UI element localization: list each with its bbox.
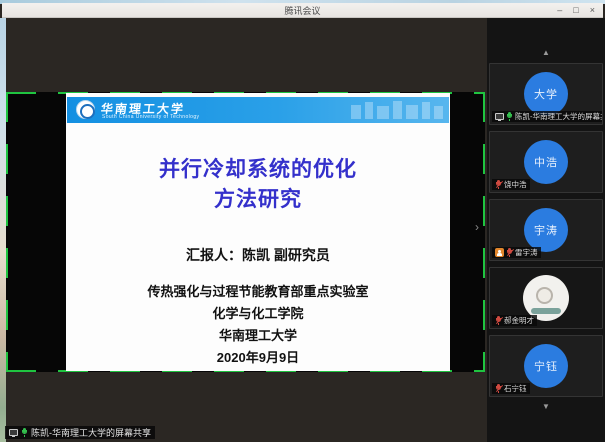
slide-affiliation-school: 化学与化工学院 bbox=[66, 303, 450, 322]
participant-tile-screen-share[interactable]: 大学 陈凯-华南理工大学的屏幕共享 bbox=[489, 63, 603, 125]
mic-muted-icon bbox=[495, 316, 502, 325]
close-button[interactable]: × bbox=[590, 3, 595, 18]
share-status-label: 陈凯-华南理工大学的屏幕共享 bbox=[5, 426, 155, 439]
avatar: 宁钰 bbox=[524, 344, 568, 388]
window-titlebar: 腾讯会议 – □ × bbox=[2, 3, 603, 18]
slide-affiliation-lab: 传热强化与过程节能教育部重点实验室 bbox=[66, 281, 450, 300]
window-controls: – □ × bbox=[557, 3, 595, 18]
participant-tile-video[interactable]: 郝金明才 bbox=[489, 267, 603, 329]
mic-on-icon bbox=[21, 428, 28, 437]
participant-tile[interactable]: 宇涛 雷宇涛 bbox=[489, 199, 603, 261]
mic-muted-icon bbox=[495, 384, 502, 393]
mic-muted-icon bbox=[506, 248, 513, 257]
share-border-right bbox=[483, 92, 485, 372]
participant-name-tag: 饶中浩 bbox=[492, 179, 530, 190]
minimize-button[interactable]: – bbox=[557, 3, 562, 18]
mic-muted-icon bbox=[495, 180, 502, 189]
avatar: 中浩 bbox=[524, 140, 568, 184]
participant-tile[interactable]: 宁钰 石宁钰 bbox=[489, 335, 603, 397]
presentation-slide: 华南理工大学 South China University of Technol… bbox=[66, 93, 450, 371]
hand-raised-badge-icon bbox=[495, 248, 504, 257]
slide-title-line2: 方法研究 bbox=[66, 183, 450, 213]
participant-name: 石宁钰 bbox=[504, 383, 527, 394]
university-logo-icon bbox=[76, 100, 95, 119]
slide-header-banner: 华南理工大学 South China University of Technol… bbox=[67, 97, 449, 123]
participant-name-tag: 陈凯-华南理工大学的屏幕共享 bbox=[492, 111, 602, 122]
screen-share-icon bbox=[495, 113, 504, 120]
share-border-left bbox=[6, 92, 8, 372]
slide-title-line1: 并行冷却系统的优化 bbox=[66, 153, 450, 183]
participant-tile[interactable]: 中浩 饶中浩 bbox=[489, 131, 603, 193]
shared-screen-region: 华南理工大学 South China University of Technol… bbox=[6, 92, 485, 372]
participant-name-tag: 郝金明才 bbox=[492, 315, 537, 326]
avatar: 大学 bbox=[524, 72, 568, 116]
participant-name-tag: 雷宇涛 bbox=[492, 247, 541, 258]
window-title: 腾讯会议 bbox=[284, 4, 320, 17]
participant-name: 郝金明才 bbox=[504, 315, 534, 326]
university-name-en: South China University of Technology bbox=[102, 114, 199, 120]
slide-presenter-line: 汇报人：陈凯 副研究员 bbox=[66, 245, 450, 265]
collapse-panel-handle[interactable]: › bbox=[475, 220, 479, 234]
participant-name: 饶中浩 bbox=[504, 179, 527, 190]
participant-name-tag: 石宁钰 bbox=[492, 383, 530, 394]
screen-share-icon bbox=[9, 429, 18, 436]
participants-panel: ▲ › 大学 陈凯-华南理工大学的屏幕共享 中浩 饶中浩 宇涛 雷宇涛 bbox=[487, 18, 605, 442]
participant-name: 陈凯-华南理工大学的屏幕共享 bbox=[515, 111, 602, 122]
avatar: 宇涛 bbox=[524, 208, 568, 252]
maximize-button[interactable]: □ bbox=[573, 3, 578, 18]
participant-name: 雷宇涛 bbox=[515, 247, 538, 258]
share-status-text: 陈凯-华南理工大学的屏幕共享 bbox=[31, 426, 151, 439]
mic-on-icon bbox=[506, 112, 513, 121]
campus-gate-graphic bbox=[349, 99, 445, 121]
scroll-up-button[interactable]: ▲ bbox=[487, 48, 605, 57]
scroll-down-button[interactable]: ▼ bbox=[487, 402, 605, 411]
slide-affiliation-university: 华南理工大学 bbox=[66, 325, 450, 344]
slide-date: 2020年9月9日 bbox=[66, 347, 450, 366]
